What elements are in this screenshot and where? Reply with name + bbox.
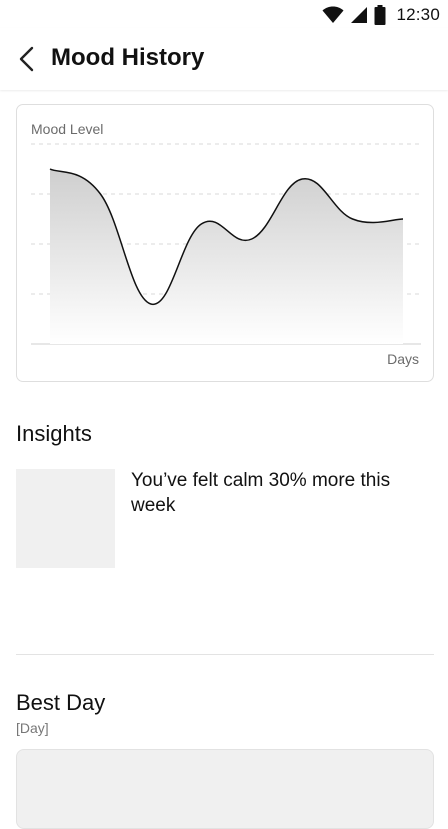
status-icons: 12:30	[322, 4, 440, 26]
chevron-left-icon	[19, 46, 34, 72]
battery-icon	[374, 5, 386, 25]
insight-image	[16, 469, 115, 568]
mood-area-fill	[50, 169, 403, 344]
back-button[interactable]	[12, 44, 42, 74]
best-day-card[interactable]	[16, 749, 434, 829]
status-bar: 12:30	[0, 0, 448, 28]
section-divider	[16, 654, 434, 655]
mood-chart-card: Mood Level Days	[16, 104, 434, 382]
app-bar: Mood History	[0, 28, 448, 90]
page-title: Mood History	[51, 44, 205, 71]
wifi-icon	[322, 6, 344, 23]
best-day-heading: Best Day	[16, 690, 106, 715]
insights-heading: Insights	[16, 421, 92, 446]
insight-text: You’ve felt calm 30% more this week	[131, 470, 391, 516]
mood-chart	[31, 143, 421, 345]
status-time: 12:30	[396, 5, 440, 24]
best-day-value: [Day]	[16, 720, 49, 736]
signal-icon	[351, 7, 368, 23]
chart-x-axis-label: Days	[387, 351, 419, 367]
